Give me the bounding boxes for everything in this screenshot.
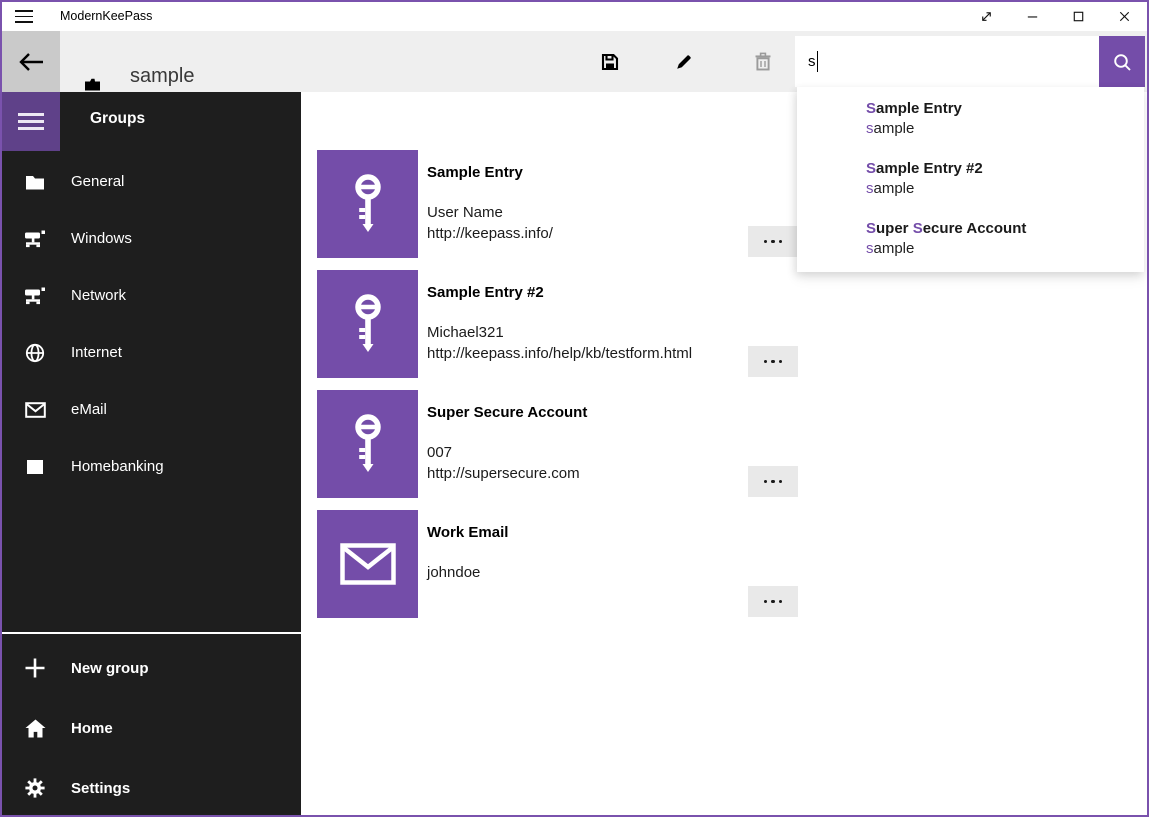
fullscreen-icon	[979, 9, 994, 24]
maximize-icon	[1071, 9, 1086, 24]
action-label: Settings	[71, 780, 130, 797]
edit-icon	[674, 52, 694, 72]
mail-icon	[340, 543, 396, 585]
groups-heading: Groups	[90, 110, 145, 128]
sidebar-item-homebanking[interactable]: Homebanking	[2, 438, 301, 495]
search-suggestions-panel: Sample Entry sample Sample Entry #2 samp…	[797, 87, 1144, 272]
search-input[interactable]: s	[795, 36, 1099, 87]
save-button[interactable]	[586, 31, 634, 92]
delete-icon	[753, 52, 773, 72]
sidebar-item-label: Network	[71, 287, 126, 304]
entry-url: http://supersecure.com	[427, 463, 580, 484]
entry-url: http://keepass.info/help/kb/testform.htm…	[427, 343, 692, 364]
sidebar-menu-button[interactable]	[2, 92, 60, 151]
suggestion-subtitle: sample	[866, 120, 962, 137]
suggestion-item[interactable]: Sample Entry #2 sample	[866, 160, 983, 197]
maximize-button[interactable]	[1055, 2, 1101, 31]
entry-username: 007	[427, 442, 580, 463]
entry-title[interactable]: Sample Entry	[427, 164, 523, 182]
close-icon	[1117, 9, 1132, 24]
entry-more-button[interactable]	[748, 586, 798, 617]
gear-icon	[24, 778, 46, 798]
titlebar: ModernKeePass	[2, 2, 1147, 31]
search-input-value: s	[808, 53, 816, 70]
entry-details: johndoe	[427, 562, 480, 583]
save-icon	[600, 52, 620, 72]
app-title: ModernKeePass	[60, 2, 152, 31]
action-label: Home	[71, 720, 113, 737]
key-icon	[346, 294, 390, 354]
sidebar-divider	[2, 632, 301, 634]
key-icon	[346, 414, 390, 474]
back-icon	[18, 52, 45, 72]
sidebar-item-label: General	[71, 173, 124, 190]
suggestion-item[interactable]: Sample Entry sample	[866, 100, 962, 137]
entry-more-button[interactable]	[748, 226, 798, 257]
fullscreen-button[interactable]	[963, 2, 1009, 31]
sidebar-item-network[interactable]: Network	[2, 267, 301, 324]
suggestion-item[interactable]: Super Secure Account sample	[866, 220, 1026, 257]
delete-button[interactable]	[739, 31, 787, 92]
key-icon	[346, 174, 390, 234]
window-border-top	[0, 0, 1149, 2]
sidebar-item-windows[interactable]: Windows	[2, 210, 301, 267]
text-caret	[817, 51, 819, 72]
entry-tile[interactable]	[317, 150, 418, 258]
minimize-icon	[1025, 9, 1040, 24]
entry-details: User Name http://keepass.info/	[427, 202, 553, 244]
entry-title[interactable]: Super Secure Account	[427, 404, 587, 422]
suggestion-title: Sample Entry #2	[866, 160, 983, 177]
network-icon	[24, 229, 46, 249]
back-button[interactable]	[2, 31, 60, 92]
home-button[interactable]: Home	[2, 698, 301, 758]
square-icon	[24, 460, 46, 474]
entry-details: Michael321 http://keepass.info/help/kb/t…	[427, 322, 692, 364]
entry-more-button[interactable]	[748, 346, 798, 377]
database-name: sample	[130, 65, 194, 88]
suggestion-title: Super Secure Account	[866, 220, 1026, 237]
suggestion-subtitle: sample	[866, 240, 1026, 257]
entry-title[interactable]: Sample Entry #2	[427, 284, 544, 302]
sidebar: Groups General Windows	[2, 92, 301, 815]
entry-details: 007 http://supersecure.com	[427, 442, 580, 484]
window-controls	[963, 2, 1147, 31]
sidebar-item-general[interactable]: General	[2, 153, 301, 210]
edit-button[interactable]	[660, 31, 708, 92]
close-button[interactable]	[1101, 2, 1147, 31]
search-button[interactable]	[1099, 36, 1145, 87]
mail-icon	[24, 402, 46, 418]
folder-icon	[24, 174, 46, 190]
settings-button[interactable]: Settings	[2, 758, 301, 817]
entry-tile[interactable]	[317, 510, 418, 618]
search-icon	[1112, 52, 1132, 72]
sidebar-item-email[interactable]: eMail	[2, 381, 301, 438]
entry-title[interactable]: Work Email	[427, 524, 508, 542]
entry-username: Michael321	[427, 322, 692, 343]
titlebar-menu-icon[interactable]	[15, 10, 33, 23]
network-icon	[24, 286, 46, 306]
minimize-button[interactable]	[1009, 2, 1055, 31]
entry-tile[interactable]	[317, 270, 418, 378]
sidebar-item-label: eMail	[71, 401, 107, 418]
window-border-left	[0, 0, 2, 817]
entry-more-button[interactable]	[748, 466, 798, 497]
briefcase-icon	[84, 77, 101, 91]
entry-url: http://keepass.info/	[427, 223, 553, 244]
globe-icon	[24, 343, 46, 363]
sidebar-item-label: Windows	[71, 230, 132, 247]
entry-tile[interactable]	[317, 390, 418, 498]
entry-username: User Name	[427, 202, 553, 223]
action-label: New group	[71, 660, 149, 677]
entry-username: johndoe	[427, 562, 480, 583]
suggestion-title: Sample Entry	[866, 100, 962, 117]
sidebar-item-label: Internet	[71, 344, 122, 361]
sidebar-item-internet[interactable]: Internet	[2, 324, 301, 381]
home-icon	[24, 719, 46, 738]
sidebar-item-label: Homebanking	[71, 458, 164, 475]
suggestion-subtitle: sample	[866, 180, 983, 197]
plus-icon	[24, 658, 46, 678]
new-group-button[interactable]: New group	[2, 638, 301, 698]
